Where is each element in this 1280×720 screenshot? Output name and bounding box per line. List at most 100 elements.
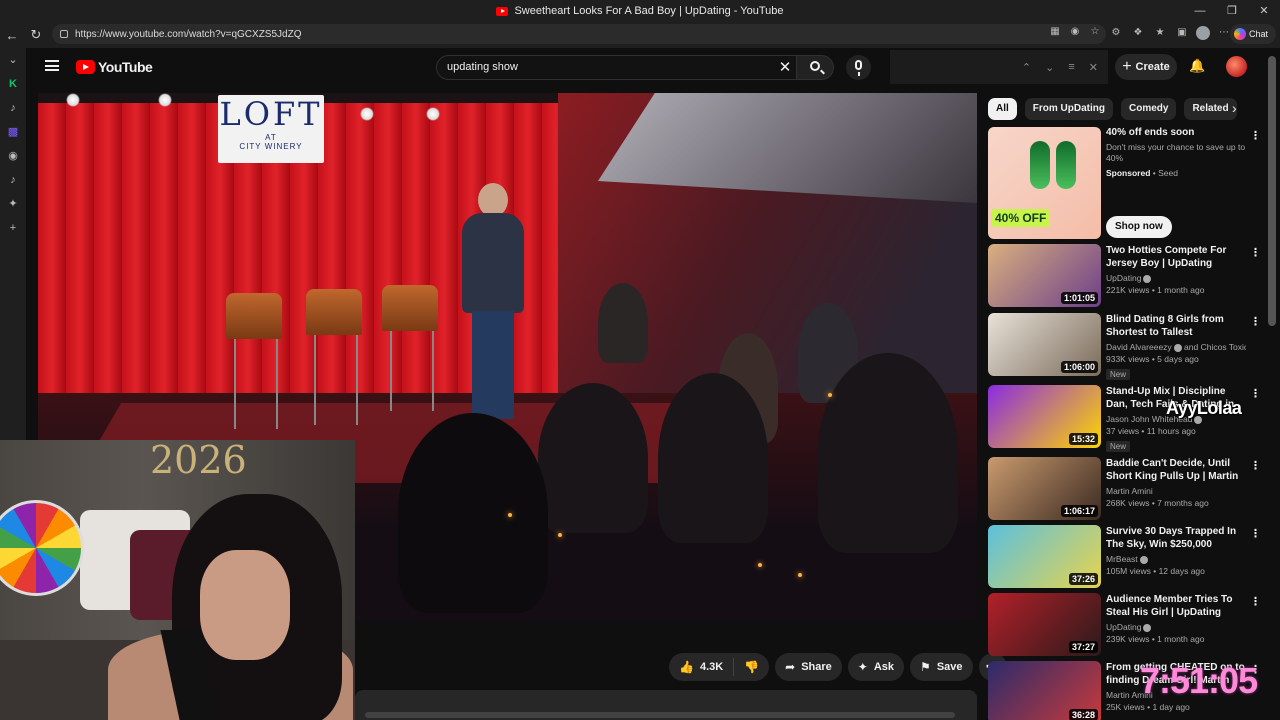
sidebar-app-twitch-icon[interactable]: ▩ xyxy=(0,120,26,144)
bookmark-icon: ⚑ xyxy=(920,660,931,674)
share-button[interactable]: ➦ Share xyxy=(775,653,842,681)
site-info-icon[interactable] xyxy=(60,30,68,38)
search-input[interactable]: updating show xyxy=(436,55,802,80)
chair-leg xyxy=(276,339,278,429)
stage-chair xyxy=(306,289,362,335)
sidebar-add-icon[interactable]: + xyxy=(0,216,26,240)
maximize-button[interactable]: ❐ xyxy=(1216,0,1248,22)
save-button[interactable]: ⚑ Save xyxy=(910,653,973,681)
copilot-chat-button[interactable]: Chat xyxy=(1230,24,1276,44)
verified-icon xyxy=(1143,274,1152,283)
video-thumbnail[interactable]: 36:28 xyxy=(988,661,1101,720)
stage-chair xyxy=(226,293,282,339)
video-thumbnail[interactable]: 1:06:17 xyxy=(988,457,1101,520)
description-box[interactable] xyxy=(355,690,977,720)
notifications-bell-icon[interactable]: 🔔 xyxy=(1189,58,1205,74)
profile-avatar[interactable] xyxy=(1196,26,1210,40)
find-close-icon[interactable]: ✕ xyxy=(1089,61,1098,74)
chip-comedy[interactable]: Comedy xyxy=(1121,98,1177,120)
channel-name[interactable]: UpDating xyxy=(1106,273,1246,283)
find-prev-icon[interactable]: ⌃ xyxy=(1022,61,1031,74)
shop-now-button[interactable]: Shop now xyxy=(1106,216,1172,238)
channel-name[interactable]: UpDating xyxy=(1106,622,1246,632)
page-scrollbar[interactable] xyxy=(1268,56,1276,326)
channel-name[interactable]: Martin Amini xyxy=(1106,486,1246,496)
url-input[interactable]: https://www.youtube.com/watch?v=qGCXZS5J… xyxy=(52,24,1106,44)
ask-button[interactable]: ✦ Ask xyxy=(847,653,905,681)
video-title[interactable]: Two Hotties Compete For Jersey Boy | UpD… xyxy=(1106,244,1246,270)
app-available-icon[interactable]: ▦ xyxy=(1048,25,1062,39)
reload-button[interactable]: ↻ xyxy=(24,27,48,43)
youtube-logo[interactable]: YouTube xyxy=(76,59,153,75)
video-thumbnail[interactable]: 1:06:00 xyxy=(988,313,1101,376)
account-avatar[interactable] xyxy=(1226,56,1247,77)
back-button[interactable]: ← xyxy=(0,28,24,43)
clear-search-icon[interactable]: ✕ xyxy=(774,55,796,80)
recommendation-item[interactable]: 1:06:17 Baddie Can't Decide, Until Short… xyxy=(988,457,1261,521)
more-options-icon[interactable]: ⋮ xyxy=(1250,459,1261,472)
description-text xyxy=(365,712,955,718)
reader-icon[interactable]: ◉ xyxy=(1068,25,1082,39)
sidebar-app-k-icon[interactable]: K xyxy=(0,72,26,96)
find-next-icon[interactable]: ⌄ xyxy=(1045,61,1054,74)
audience-member xyxy=(538,383,648,533)
more-options-icon[interactable]: ⋮ xyxy=(1250,315,1261,328)
channel-name[interactable]: David Alvareeezy and Chicos Toxicos xyxy=(1106,342,1246,352)
video-thumbnail[interactable]: 15:32 xyxy=(988,385,1101,448)
extension-icon[interactable]: ⚙ xyxy=(1108,25,1124,41)
stage-chair xyxy=(382,285,438,331)
extensions-puzzle-icon[interactable]: ❖ xyxy=(1130,25,1146,41)
microphone-icon xyxy=(855,60,862,76)
video-title[interactable]: Survive 30 Days Trapped In The Sky, Win … xyxy=(1106,525,1246,551)
sidebar-app-colorful-icon[interactable]: ✦ xyxy=(0,192,26,216)
minimize-button[interactable]: — xyxy=(1184,0,1216,22)
video-thumbnail[interactable]: 37:27 xyxy=(988,593,1101,656)
search-button[interactable] xyxy=(796,55,834,80)
like-dislike-group: 👍 4.3K 👎 xyxy=(669,653,770,681)
video-title[interactable]: Baddie Can't Decide, Until Short King Pu… xyxy=(1106,457,1246,483)
ad-thumbnail[interactable]: 40% OFF xyxy=(988,127,1101,239)
more-options-icon[interactable]: ⋮ xyxy=(1250,387,1261,400)
chip-related[interactable]: Related xyxy=(1184,98,1237,120)
more-options-icon[interactable]: ⋮ xyxy=(1250,527,1261,540)
url-text: https://www.youtube.com/watch?v=qGCXZS5J… xyxy=(75,28,302,40)
more-options-icon[interactable]: ⋮ xyxy=(1250,595,1261,608)
recommendation-item[interactable]: 37:26 Survive 30 Days Trapped In The Sky… xyxy=(988,525,1261,589)
table-candle xyxy=(798,573,802,577)
collections-icon[interactable]: ▣ xyxy=(1174,25,1190,41)
ad-description: Don't miss your chance to save up to 40% xyxy=(1106,142,1246,163)
ad-menu-icon[interactable]: ⋮ xyxy=(1250,129,1261,142)
sidebar-collapse-icon[interactable]: ⌄ xyxy=(0,48,26,72)
recommendation-item[interactable]: 37:27 Audience Member Tries To Steal His… xyxy=(988,593,1261,657)
stage-light xyxy=(158,93,172,107)
close-window-button[interactable]: ✕ xyxy=(1248,0,1280,22)
favorites-icon[interactable]: ★ xyxy=(1152,25,1168,41)
video-title[interactable]: Blind Dating 8 Girls from Shortest to Ta… xyxy=(1106,313,1246,339)
video-thumbnail[interactable]: 37:26 xyxy=(988,525,1101,588)
favorite-star-icon[interactable]: ☆ xyxy=(1088,25,1102,39)
ad-title[interactable]: 40% off ends soon xyxy=(1106,127,1246,138)
sidebar-app-icon[interactable]: ◉ xyxy=(0,144,26,168)
video-thumbnail[interactable]: 1:01:05 xyxy=(988,244,1101,307)
like-button[interactable]: 👍 4.3K xyxy=(669,658,735,676)
voice-search-button[interactable] xyxy=(846,55,871,80)
find-options-icon[interactable]: ≡ xyxy=(1068,61,1074,73)
create-button[interactable]: + Create xyxy=(1115,54,1177,80)
dislike-button[interactable]: 👎 xyxy=(734,660,769,674)
chip-all[interactable]: All xyxy=(988,98,1017,120)
address-bar-row: ← ↻ https://www.youtube.com/watch?v=qGCX… xyxy=(0,22,1280,48)
video-title[interactable]: Audience Member Tries To Steal His Girl … xyxy=(1106,593,1246,619)
recommendation-item[interactable]: 1:06:00 Blind Dating 8 Girls from Shorte… xyxy=(988,313,1261,380)
more-options-icon[interactable]: ⋮ xyxy=(1250,246,1261,259)
chair-leg xyxy=(390,331,392,411)
recommendation-item[interactable]: 1:01:05 Two Hotties Compete For Jersey B… xyxy=(988,244,1261,308)
channel-name[interactable]: MrBeast xyxy=(1106,554,1246,564)
share-icon: ➦ xyxy=(785,660,796,674)
chip-from-updating[interactable]: From UpDating xyxy=(1024,98,1113,120)
video-meta: Stand-Up Mix | Discipline Dan, Tech Fail… xyxy=(1106,385,1246,454)
sidebar-speaker-icon[interactable]: ♪ xyxy=(0,96,26,120)
chevron-right-icon[interactable]: › xyxy=(1232,100,1237,116)
menu-icon[interactable] xyxy=(45,60,59,71)
sidebar-audio-icon[interactable]: ♪ xyxy=(0,168,26,192)
sponsored-ad[interactable]: 40% OFF 40% off ends soon Don't miss you… xyxy=(988,127,1261,239)
